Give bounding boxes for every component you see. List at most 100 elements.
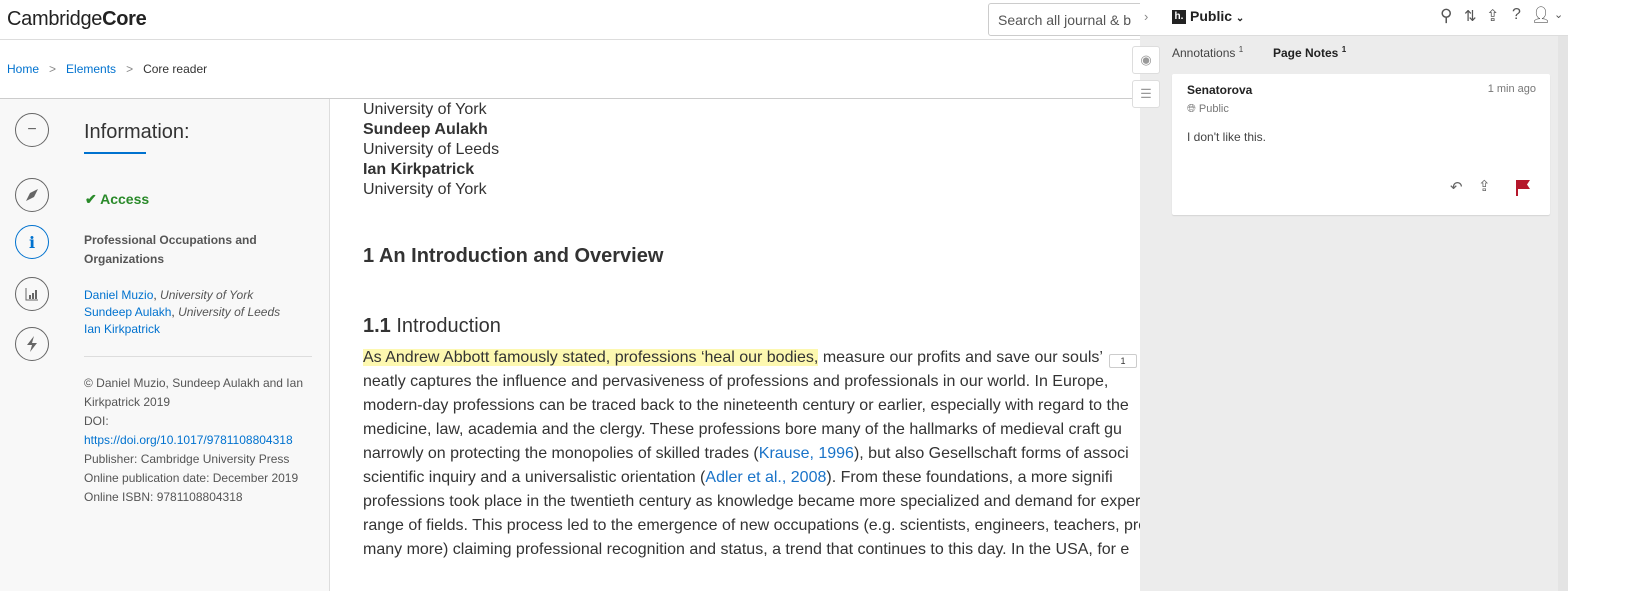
author-link[interactable]: Sundeep Aulakh xyxy=(84,305,171,319)
user-menu-chevron-icon[interactable]: ⌄ xyxy=(1554,8,1563,21)
subsection-title: Introduction xyxy=(396,315,501,337)
text-segment: many more) claiming professional recogni… xyxy=(363,541,1130,558)
hypothesis-sidebar: › h. Public ⌄ ⚲ ⇅ ⇪ ? 👤︎ ⌄ ◉ ☰ Annotatio… xyxy=(1132,0,1568,591)
logo-text-bold: Core xyxy=(102,8,147,30)
check-circle-icon: ✔ xyxy=(85,191,97,207)
eye-icon[interactable]: ◉ xyxy=(1132,46,1160,74)
site-header: CambridgeCore Search all journal & b xyxy=(0,0,1148,40)
tab-count: 1 xyxy=(1341,45,1347,54)
help-icon[interactable]: ? xyxy=(1512,6,1521,24)
text-segment: ), but also Gesellschaft forms of associ xyxy=(853,445,1129,462)
text-segment: neatly captures the influence and pervas… xyxy=(363,373,1109,390)
flag-icon[interactable] xyxy=(1515,180,1531,201)
breadcrumb-separator: > xyxy=(49,62,57,76)
page-margin xyxy=(1568,0,1631,591)
divider xyxy=(84,356,312,357)
page-note-icon[interactable]: ☰ xyxy=(1132,80,1160,108)
visibility: 🌐︎ Public xyxy=(1187,103,1229,116)
info-title: Information: xyxy=(84,121,190,143)
breadcrumb-separator: > xyxy=(126,62,134,76)
text-segment: range of fields. This process led to the… xyxy=(363,517,1140,534)
author-link[interactable]: Daniel Muzio xyxy=(84,288,153,302)
citation-link[interactable]: Krause, 1996 xyxy=(759,445,854,462)
text-segment: modern-day professions can be traced bac… xyxy=(363,397,1129,414)
paragraph-line: As Andrew Abbott famously stated, profes… xyxy=(363,349,1103,367)
info-sidebar: − i Information: ✔ Access Professional O… xyxy=(0,99,330,591)
search-input[interactable]: Search all journal & b xyxy=(988,3,1148,36)
hypothesis-logo-icon: h. xyxy=(1172,10,1186,24)
globe-icon: 🌐︎ xyxy=(1187,103,1196,115)
annotation-count-badge[interactable]: 1 xyxy=(1109,354,1137,368)
publication-date: Online publication date: December 2019 xyxy=(84,471,299,485)
annotation-time[interactable]: 1 min ago xyxy=(1488,83,1536,95)
subsection-number: 1.1 xyxy=(363,315,391,337)
lightning-icon[interactable] xyxy=(15,327,49,361)
paragraph-line: narrowly on protecting the monopolies of… xyxy=(363,445,1129,463)
info-icon[interactable]: i xyxy=(15,225,49,259)
tab-label: Annotations xyxy=(1172,46,1236,60)
group-name: Public xyxy=(1190,8,1233,24)
group-selector[interactable]: Public ⌄ xyxy=(1190,8,1244,24)
annotation-author[interactable]: Senatorova xyxy=(1187,83,1252,97)
affiliation-line: University of Leeds xyxy=(363,141,500,158)
breadcrumb-home[interactable]: Home xyxy=(7,62,39,76)
user-icon[interactable]: 👤︎ xyxy=(1531,5,1551,25)
chart-icon[interactable] xyxy=(15,277,49,311)
section-heading: 1 An Introduction and Overview xyxy=(363,245,664,267)
cambridge-core-logo[interactable]: CambridgeCore xyxy=(7,8,147,31)
search-icon[interactable]: ⚲ xyxy=(1440,6,1452,26)
reader-content: University of York Sundeep Aulakh Univer… xyxy=(331,99,1140,591)
author-link[interactable]: Ian Kirkpatrick xyxy=(84,322,160,336)
minus-icon[interactable]: − xyxy=(15,113,49,147)
access-status: ✔ Access xyxy=(85,191,149,208)
sort-icon[interactable]: ⇅ xyxy=(1464,7,1477,25)
paragraph-line: neatly captures the influence and pervas… xyxy=(363,373,1108,391)
doi-link[interactable]: https://doi.org/10.1017/9781108804318 xyxy=(84,433,293,447)
text-segment: measure our profits and save our souls’ xyxy=(818,349,1103,366)
author-name: Ian Kirkpatrick xyxy=(363,161,475,178)
paragraph-line: professions took place in the twentieth … xyxy=(363,493,1140,511)
breadcrumb-elements[interactable]: Elements xyxy=(66,62,116,76)
publisher: Publisher: Cambridge University Press xyxy=(84,452,290,466)
scrollbar[interactable] xyxy=(1558,36,1568,591)
subsection-heading: 1.1 Introduction xyxy=(363,315,501,338)
reply-icon[interactable]: ↶ xyxy=(1450,178,1463,196)
text-segment: professions took place in the twentieth … xyxy=(363,493,1140,510)
visibility-label: Public xyxy=(1198,103,1229,115)
author-affiliation: University of York xyxy=(160,288,254,302)
share-icon[interactable]: ⇪ xyxy=(1486,6,1499,26)
affiliation-line: University of York xyxy=(363,101,487,118)
collapse-chevron-icon[interactable]: › xyxy=(1144,9,1148,24)
access-label: Access xyxy=(100,191,150,207)
paragraph-line: many more) claiming professional recogni… xyxy=(363,541,1129,559)
doi-label: DOI: xyxy=(84,414,109,428)
paragraph-line: scientific inquiry and a universalistic … xyxy=(363,469,1113,487)
tab-count: 1 xyxy=(1238,45,1244,54)
paragraph-line: modern-day professions can be traced bac… xyxy=(363,397,1129,415)
share-icon[interactable]: ⇪ xyxy=(1478,177,1491,195)
text-segment: narrowly on protecting the monopolies of… xyxy=(363,445,759,462)
book-metadata: © Daniel Muzio, Sundeep Aulakh and Ian K… xyxy=(84,374,324,507)
title-underline xyxy=(84,152,146,154)
tab-label: Page Notes xyxy=(1273,46,1339,60)
author-affiliation: University of Leeds xyxy=(178,305,281,319)
paragraph-line: medicine, law, academia and the clergy. … xyxy=(363,421,1122,439)
text-segment: medicine, law, academia and the clergy. … xyxy=(363,421,1122,438)
highlighted-text[interactable]: As Andrew Abbott famously stated, profes… xyxy=(363,349,819,366)
affiliation-line: University of York xyxy=(363,181,487,198)
chevron-down-icon: ⌄ xyxy=(1235,13,1245,24)
annotation-text: I don't like this. xyxy=(1187,130,1266,144)
citation-link[interactable]: Adler et al., 2008 xyxy=(705,469,826,486)
author-list: Daniel Muzio, University of York Sundeep… xyxy=(84,288,281,336)
logo-text: Cambridge xyxy=(7,8,103,30)
isbn: Online ISBN: 9781108804318 xyxy=(84,490,243,504)
tab-annotations[interactable]: Annotations 1 xyxy=(1172,45,1243,60)
tab-page-notes[interactable]: Page Notes 1 xyxy=(1273,45,1346,60)
book-title: Professional Occupations and Organizatio… xyxy=(84,233,257,266)
breadcrumb: Home > Elements > Core reader xyxy=(0,40,1140,99)
text-segment: scientific inquiry and a universalistic … xyxy=(363,469,706,486)
hypothesis-topbar: › h. Public ⌄ ⚲ ⇅ ⇪ ? 👤︎ ⌄ xyxy=(1140,0,1568,36)
compass-icon[interactable] xyxy=(15,178,49,212)
copyright: © Daniel Muzio, Sundeep Aulakh and Ian K… xyxy=(84,376,303,409)
annotation-card[interactable]: Senatorova 1 min ago 🌐︎ Public I don't l… xyxy=(1172,74,1550,215)
